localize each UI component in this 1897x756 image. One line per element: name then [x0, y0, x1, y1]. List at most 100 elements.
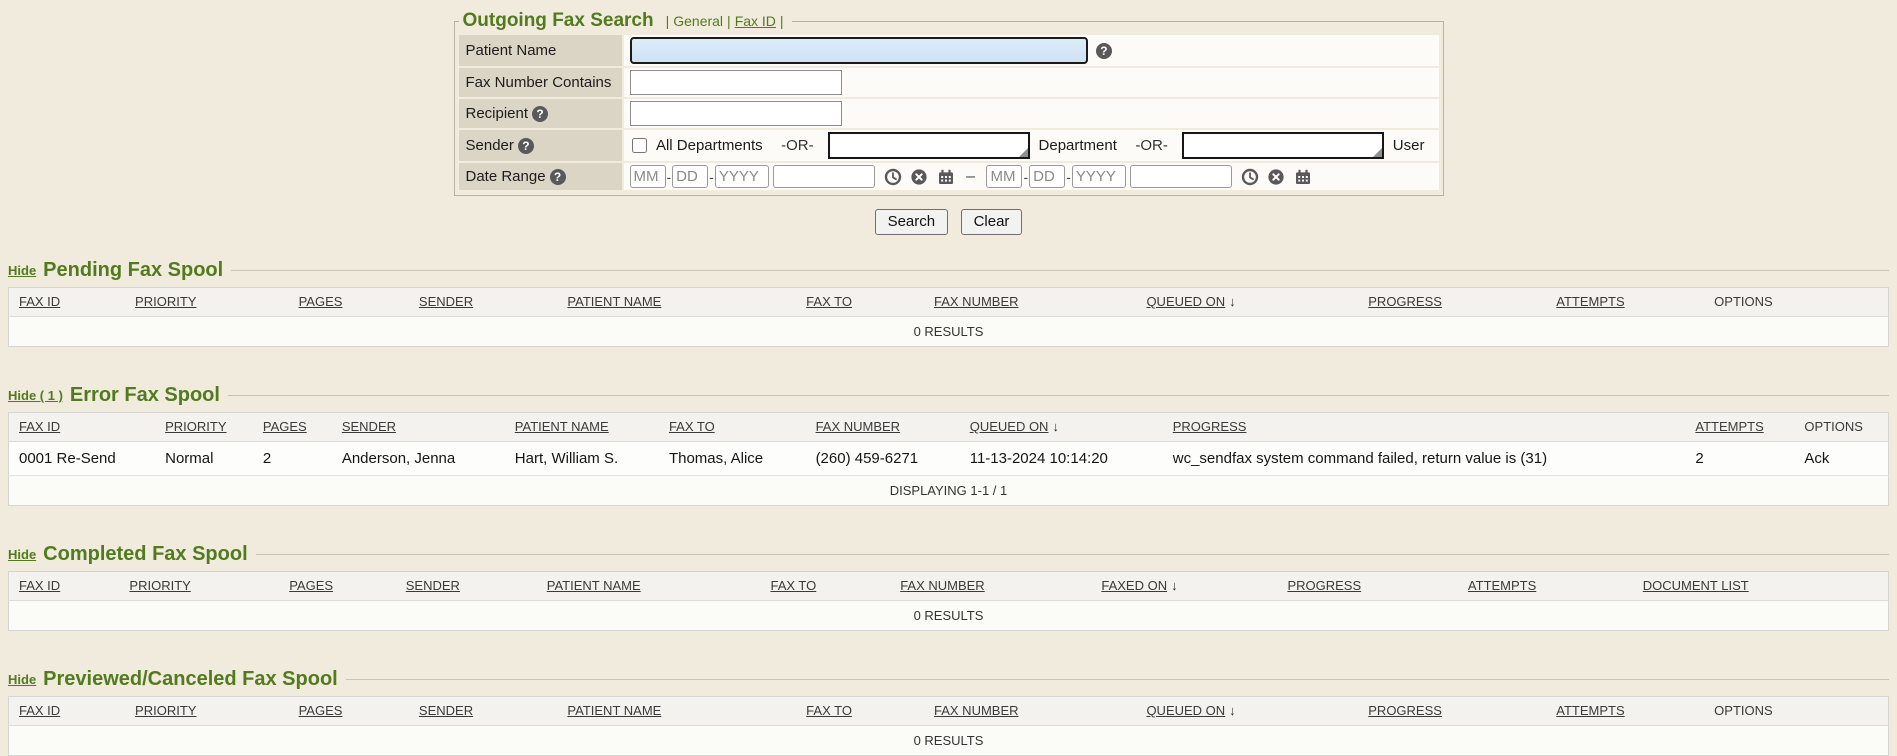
column-header-pages[interactable]: PAGES — [253, 413, 332, 442]
date-to-time-input[interactable] — [1130, 165, 1232, 188]
date-dash: - — [1066, 169, 1071, 185]
column-header-faxed-on[interactable]: FAXED ON↓ — [1091, 572, 1277, 601]
help-icon[interactable]: ? — [532, 106, 548, 122]
patient-name-input[interactable] — [630, 37, 1088, 64]
department-input[interactable] — [830, 134, 1028, 157]
date-to-mm-input[interactable] — [986, 165, 1022, 188]
column-header-fax-id[interactable]: FAX ID — [9, 413, 156, 442]
date-from-dd-input[interactable] — [672, 165, 708, 188]
calendar-icon[interactable] — [937, 168, 955, 186]
column-header-progress[interactable]: PROGRESS — [1358, 697, 1546, 726]
or-text: -OR- — [1135, 137, 1168, 154]
cell-options[interactable]: Ack — [1794, 442, 1888, 476]
column-header-queued-on[interactable]: QUEUED ON↓ — [1136, 288, 1358, 317]
fax-spool-section-previewed: Hide Previewed/Canceled Fax Spool FAX ID… — [8, 668, 1889, 756]
column-header-sender[interactable]: SENDER — [332, 413, 505, 442]
column-header-priority[interactable]: PRIORITY — [125, 697, 289, 726]
empty-results-label: 0 RESULTS — [9, 726, 1889, 756]
column-header-sender[interactable]: SENDER — [409, 288, 558, 317]
column-header-queued-on[interactable]: QUEUED ON↓ — [960, 413, 1163, 442]
clock-icon[interactable] — [1241, 168, 1259, 186]
column-header-pages[interactable]: PAGES — [289, 288, 409, 317]
recipient-label: Recipient — [466, 105, 529, 122]
column-header-sender[interactable]: SENDER — [409, 697, 558, 726]
date-range-label: Date Range — [466, 168, 546, 185]
tab-fax-id[interactable]: Fax ID — [735, 13, 776, 29]
column-header-fax-number[interactable]: FAX NUMBER — [924, 697, 1136, 726]
user-input[interactable] — [1184, 134, 1382, 157]
clear-date-icon[interactable] — [1267, 168, 1285, 186]
table-status-row: 0 RESULTS — [9, 601, 1889, 631]
all-departments-checkbox[interactable] — [632, 138, 647, 153]
section-divider — [231, 270, 1889, 271]
column-header-patient-name[interactable]: PATIENT NAME — [557, 288, 796, 317]
table-status-row: 0 RESULTS — [9, 317, 1889, 347]
column-header-progress[interactable]: PROGRESS — [1358, 288, 1546, 317]
date-to-dd-input[interactable] — [1029, 165, 1065, 188]
sort-desc-icon: ↓ — [1171, 578, 1178, 593]
column-header-fax-id[interactable]: FAX ID — [9, 572, 120, 601]
date-range-separator: – — [966, 168, 975, 185]
cell-fax-number: (260) 459-6271 — [806, 442, 960, 476]
column-header-options: OPTIONS — [1704, 697, 1888, 726]
column-header-fax-id[interactable]: FAX ID — [9, 288, 126, 317]
column-header-fax-to[interactable]: FAX TO — [796, 288, 924, 317]
column-header-fax-id[interactable]: FAX ID — [9, 697, 126, 726]
column-header-pages[interactable]: PAGES — [289, 697, 409, 726]
column-header-attempts[interactable]: ATTEMPTS — [1546, 288, 1704, 317]
hide-link[interactable]: Hide ( 1 ) — [8, 388, 63, 403]
empty-results-label: 0 RESULTS — [9, 601, 1889, 631]
column-header-fax-number[interactable]: FAX NUMBER — [924, 288, 1136, 317]
hide-link[interactable]: Hide — [8, 263, 36, 278]
table-row: 0001 Re-SendNormal2Anderson, JennaHart, … — [9, 442, 1889, 476]
hide-link[interactable]: Hide — [8, 672, 36, 687]
column-header-document-list[interactable]: DOCUMENT LIST — [1633, 572, 1889, 601]
help-icon[interactable]: ? — [1096, 43, 1112, 59]
column-header-fax-to[interactable]: FAX TO — [796, 697, 924, 726]
column-header-patient-name[interactable]: PATIENT NAME — [557, 697, 796, 726]
date-from-mm-input[interactable] — [630, 165, 666, 188]
column-header-queued-on[interactable]: QUEUED ON↓ — [1136, 697, 1358, 726]
table-status-row: DISPLAYING 1-1 / 1 — [9, 476, 1889, 506]
recipient-input[interactable] — [630, 101, 842, 126]
column-header-attempts[interactable]: ATTEMPTS — [1685, 413, 1794, 442]
section-title: Error Fax Spool — [70, 384, 220, 407]
column-header-attempts[interactable]: ATTEMPTS — [1546, 697, 1704, 726]
column-header-priority[interactable]: PRIORITY — [125, 288, 289, 317]
column-header-fax-number[interactable]: FAX NUMBER — [806, 413, 960, 442]
column-header-pages[interactable]: PAGES — [279, 572, 396, 601]
date-from-time-input[interactable] — [773, 165, 875, 188]
date-to-yyyy-input[interactable] — [1072, 165, 1126, 188]
clear-date-icon[interactable] — [910, 168, 928, 186]
fax-number-input[interactable] — [630, 70, 842, 95]
column-header-progress[interactable]: PROGRESS — [1163, 413, 1686, 442]
fax-spool-section-error: Hide ( 1 ) Error Fax Spool FAX IDPRIORIT… — [8, 384, 1889, 506]
column-header-progress[interactable]: PROGRESS — [1277, 572, 1457, 601]
search-button[interactable]: Search — [875, 209, 949, 235]
calendar-icon[interactable] — [1294, 168, 1312, 186]
column-header-priority[interactable]: PRIORITY — [119, 572, 279, 601]
tab-general[interactable]: General — [673, 13, 723, 29]
help-icon[interactable]: ? — [550, 169, 566, 185]
section-divider — [228, 395, 1889, 396]
hide-link[interactable]: Hide — [8, 547, 36, 562]
form-row-sender: Sender? All Departments -OR- Department … — [459, 130, 1439, 161]
column-header-attempts[interactable]: ATTEMPTS — [1458, 572, 1633, 601]
column-header-fax-to[interactable]: FAX TO — [760, 572, 890, 601]
clock-icon[interactable] — [884, 168, 902, 186]
clear-button[interactable]: Clear — [961, 209, 1023, 235]
column-header-options: OPTIONS — [1704, 288, 1888, 317]
column-header-patient-name[interactable]: PATIENT NAME — [537, 572, 761, 601]
section-head: Hide Pending Fax Spool — [8, 259, 1889, 282]
column-header-sender[interactable]: SENDER — [396, 572, 537, 601]
column-header-priority[interactable]: PRIORITY — [155, 413, 253, 442]
fax-spool-table: FAX IDPRIORITYPAGESSENDERPATIENT NAMEFAX… — [8, 412, 1889, 506]
sort-desc-icon: ↓ — [1052, 419, 1059, 434]
column-header-fax-number[interactable]: FAX NUMBER — [890, 572, 1091, 601]
help-icon[interactable]: ? — [518, 138, 534, 154]
column-header-patient-name[interactable]: PATIENT NAME — [505, 413, 659, 442]
column-header-fax-to[interactable]: FAX TO — [659, 413, 806, 442]
fax-spool-table: FAX IDPRIORITYPAGESSENDERPATIENT NAMEFAX… — [8, 696, 1889, 756]
form-title: Outgoing Fax Search — [463, 10, 654, 31]
date-from-yyyy-input[interactable] — [715, 165, 769, 188]
